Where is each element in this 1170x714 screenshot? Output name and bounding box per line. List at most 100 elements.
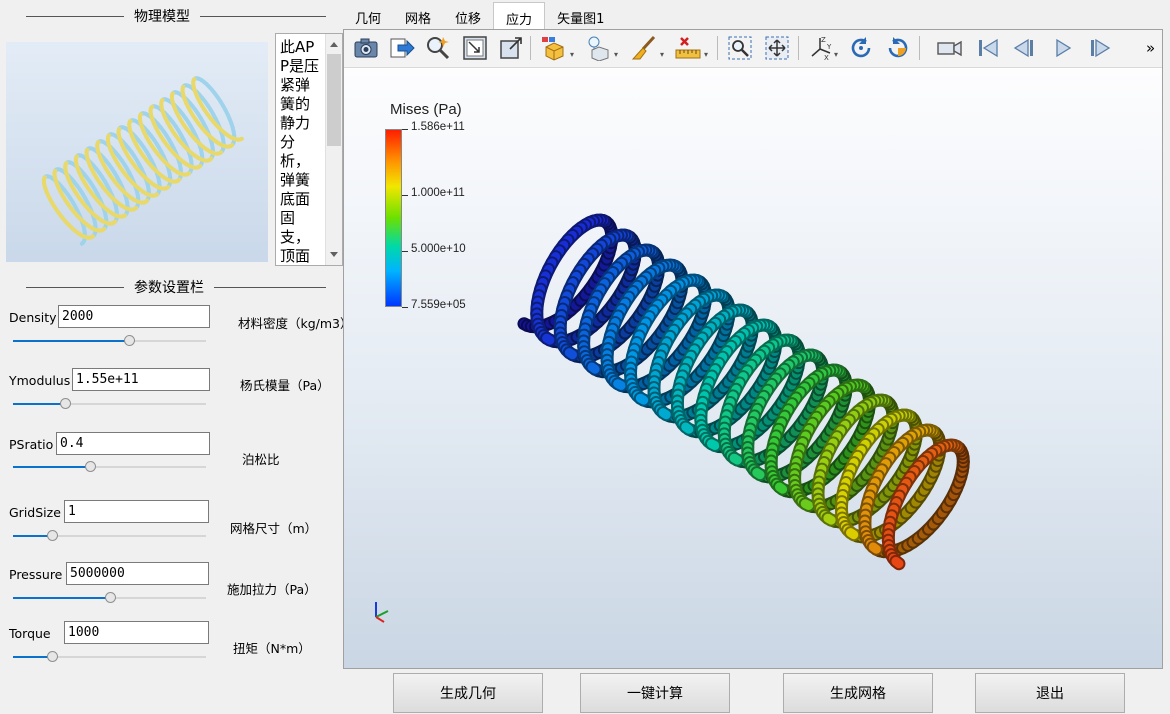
pressure-slider[interactable] bbox=[13, 591, 206, 605]
zoom-box-icon[interactable] bbox=[461, 34, 489, 62]
param-label: GridSize bbox=[9, 505, 61, 520]
scroll-up-icon[interactable] bbox=[330, 42, 338, 47]
spring-segment bbox=[823, 513, 836, 525]
param-unit: 杨氏模量（Pa） bbox=[240, 378, 330, 393]
params-title: 参数设置栏 bbox=[134, 280, 204, 296]
axis-dropdown-icon[interactable]: ▾ bbox=[834, 50, 838, 59]
fit-all-icon[interactable] bbox=[763, 34, 791, 62]
param-unit: 材料密度（kg/m3） bbox=[238, 316, 353, 331]
tab-geometry[interactable]: 几何 bbox=[343, 2, 393, 29]
export-arrow-icon[interactable] bbox=[388, 34, 416, 62]
preview-spring-segment bbox=[100, 226, 107, 233]
ruler-icon[interactable] bbox=[674, 34, 702, 62]
gridsize-slider[interactable] bbox=[13, 529, 206, 543]
spring-segment bbox=[658, 408, 671, 420]
spring-segment bbox=[587, 362, 600, 374]
spring-segment bbox=[681, 422, 694, 434]
spring-segment bbox=[542, 333, 555, 345]
render-canvas[interactable]: Mises (Pa) 1.586e+11 1.000e+11 5.000e+10… bbox=[344, 69, 1162, 668]
svg-text:Y: Y bbox=[826, 43, 832, 51]
tab-displacement[interactable]: 位移 bbox=[443, 2, 493, 29]
skip-first-icon[interactable] bbox=[974, 34, 1002, 62]
generate-geometry-button[interactable]: 生成几何 bbox=[393, 673, 543, 713]
ymodulus-slider[interactable] bbox=[13, 397, 206, 411]
compute-button[interactable]: 一键计算 bbox=[580, 673, 730, 713]
preview-spring-segment bbox=[164, 184, 171, 191]
step-back-icon[interactable] bbox=[1010, 34, 1038, 62]
toolbar-overflow-button[interactable]: » bbox=[1146, 39, 1155, 57]
zoom-window-icon[interactable] bbox=[726, 34, 754, 62]
rotate-right-icon[interactable] bbox=[884, 34, 912, 62]
spring-segment bbox=[800, 499, 814, 510]
density-input[interactable]: 2000 bbox=[58, 305, 210, 328]
param-label: Torque bbox=[9, 626, 51, 641]
toolbar-separator bbox=[530, 36, 531, 60]
param-label: Pressure bbox=[9, 567, 63, 582]
lighting-icon[interactable] bbox=[584, 34, 612, 62]
gridsize-input[interactable]: 1 bbox=[64, 500, 209, 523]
scroll-down-icon[interactable] bbox=[330, 252, 338, 257]
pressure-input[interactable]: 5000000 bbox=[66, 562, 209, 585]
preview-front-coils bbox=[41, 77, 244, 240]
viewer-toolbar: ▾ ▾ ▾ ▾ ZYX ▾ » bbox=[344, 30, 1162, 68]
model-preview-image bbox=[6, 42, 268, 262]
preview-spring-segment bbox=[238, 136, 244, 142]
tab-vector-plot[interactable]: 矢量图1 bbox=[545, 2, 616, 29]
preview-spring-segment bbox=[132, 205, 139, 212]
tab-mesh[interactable]: 网格 bbox=[393, 2, 443, 29]
axis-triad-icon bbox=[375, 602, 389, 623]
result-tabs: 几何 网格 位移 应力 矢量图1 bbox=[343, 2, 616, 30]
ruler-dropdown-icon[interactable]: ▾ bbox=[704, 50, 708, 59]
psratio-slider[interactable] bbox=[13, 460, 206, 474]
step-forward-icon[interactable] bbox=[1086, 34, 1114, 62]
spring-segment bbox=[635, 393, 649, 405]
views-dropdown-icon[interactable]: ▾ bbox=[570, 50, 574, 59]
zoom-extents-icon[interactable] bbox=[497, 34, 525, 62]
ymodulus-input[interactable]: 1.55e+11 bbox=[72, 368, 210, 391]
preview-spring-segment bbox=[175, 177, 182, 183]
camera-record-icon[interactable] bbox=[936, 34, 964, 62]
preview-spring-segment bbox=[121, 213, 128, 219]
tab-stress[interactable]: 应力 bbox=[493, 2, 546, 30]
density-slider[interactable] bbox=[13, 334, 206, 348]
spring-segment bbox=[613, 379, 626, 390]
exit-button[interactable]: 退出 bbox=[975, 673, 1125, 713]
play-icon[interactable] bbox=[1049, 34, 1077, 62]
preview-spring-segment bbox=[153, 192, 160, 198]
generate-mesh-button[interactable]: 生成网格 bbox=[783, 673, 933, 713]
clean-brush-icon[interactable] bbox=[630, 34, 658, 62]
stress-spring-render bbox=[517, 213, 970, 571]
physical-model-title: 物理模型 bbox=[134, 9, 190, 25]
spring-segment bbox=[891, 556, 904, 569]
description-text: 此APP是压紧弹簧的静力分析，弹簧底面固支，顶面施加拉力和扭矩 bbox=[280, 38, 320, 264]
spring-segment bbox=[868, 542, 881, 554]
param-label: PSratio bbox=[9, 437, 54, 452]
torque-slider[interactable] bbox=[13, 650, 206, 664]
param-unit: 网格尺寸（m） bbox=[230, 521, 318, 536]
preview-spring-segment bbox=[228, 142, 235, 149]
rotate-left-icon[interactable] bbox=[847, 34, 875, 62]
toolbar-separator bbox=[717, 36, 718, 60]
preview-spring-segment bbox=[111, 219, 118, 225]
axis-orientation-icon[interactable]: ZYX bbox=[807, 34, 835, 62]
param-unit: 扭矩（N*m） bbox=[233, 641, 311, 656]
camera-icon[interactable] bbox=[352, 34, 380, 62]
brush-dropdown-icon[interactable]: ▾ bbox=[660, 50, 664, 59]
preview-spring-segment bbox=[89, 234, 96, 240]
zoom-select-icon[interactable] bbox=[424, 34, 452, 62]
preview-spring-segment bbox=[143, 198, 150, 204]
scroll-thumb[interactable] bbox=[327, 54, 341, 146]
psratio-input[interactable]: 0.4 bbox=[56, 432, 210, 455]
toolbar-separator bbox=[919, 36, 920, 60]
spring-segment bbox=[729, 453, 742, 465]
description-box[interactable]: 此APP是压紧弹簧的静力分析，弹簧底面固支，顶面施加拉力和扭矩 bbox=[275, 33, 343, 266]
param-label: Density bbox=[9, 310, 57, 325]
lighting-dropdown-icon[interactable]: ▾ bbox=[614, 50, 618, 59]
3d-viewer: ▾ ▾ ▾ ▾ ZYX ▾ » Mises (Pa) 1.586e+11 1.0… bbox=[343, 29, 1163, 669]
description-scrollbar[interactable] bbox=[325, 34, 342, 265]
spring-segment bbox=[774, 482, 788, 494]
param-unit: 施加拉力（Pa） bbox=[227, 582, 317, 597]
preview-spring-segment bbox=[185, 171, 192, 177]
views-icon[interactable] bbox=[540, 34, 568, 62]
torque-input[interactable]: 1000 bbox=[64, 621, 209, 644]
